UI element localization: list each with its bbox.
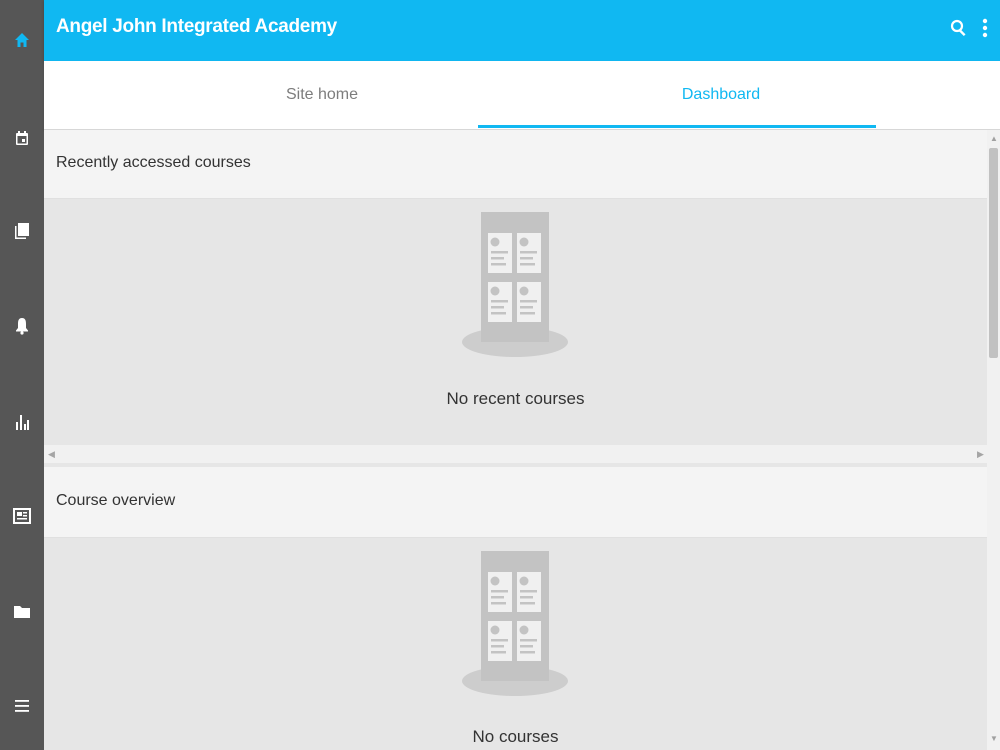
- course-overview-empty-state: No courses: [44, 538, 987, 750]
- scroll-up-icon[interactable]: ▲: [990, 134, 998, 143]
- search-icon[interactable]: [945, 14, 973, 42]
- bell-icon[interactable]: [0, 304, 44, 348]
- course-overview-title: Course overview: [56, 492, 176, 509]
- folder-icon[interactable]: [0, 589, 44, 633]
- horizontal-scrollbar[interactable]: ◀ ▶: [44, 445, 987, 463]
- app-header: Angel John Integrated Academy: [44, 0, 1000, 61]
- course-overview-empty-text: No courses: [472, 727, 559, 746]
- recent-courses-empty-state: No recent courses: [44, 199, 987, 445]
- home-icon[interactable]: [0, 18, 44, 62]
- scroll-down-icon[interactable]: ▼: [990, 734, 998, 743]
- menu-icon[interactable]: [0, 684, 44, 728]
- empty-courses-illustration: [462, 212, 568, 357]
- calendar-icon[interactable]: [0, 116, 44, 160]
- news-icon[interactable]: [0, 494, 44, 538]
- active-tab-indicator: [478, 125, 876, 128]
- tab-dashboard[interactable]: Dashboard: [522, 61, 920, 129]
- scroll-right-icon[interactable]: ▶: [977, 449, 984, 460]
- recent-courses-header: Recently accessed courses: [44, 130, 987, 199]
- tab-site-home[interactable]: Site home: [123, 61, 521, 129]
- book-icon[interactable]: [0, 209, 44, 253]
- more-vert-icon[interactable]: [971, 14, 999, 42]
- dashboard-content[interactable]: Recently accessed courses No recent cour…: [44, 130, 987, 750]
- scrollbar-thumb[interactable]: [989, 148, 998, 358]
- empty-courses-illustration: [462, 551, 568, 696]
- recent-courses-empty-text: No recent courses: [446, 389, 585, 408]
- course-overview-header: Course overview: [44, 467, 987, 538]
- grades-chart-icon[interactable]: [0, 400, 44, 444]
- tab-bar: Site home Dashboard: [44, 61, 1000, 130]
- vertical-scrollbar[interactable]: ▲ ▼: [987, 130, 1000, 750]
- recent-courses-title: Recently accessed courses: [56, 154, 251, 171]
- scroll-left-icon[interactable]: ◀: [48, 449, 55, 460]
- page-title: Angel John Integrated Academy: [56, 16, 337, 37]
- side-navigation-rail: [0, 0, 44, 750]
